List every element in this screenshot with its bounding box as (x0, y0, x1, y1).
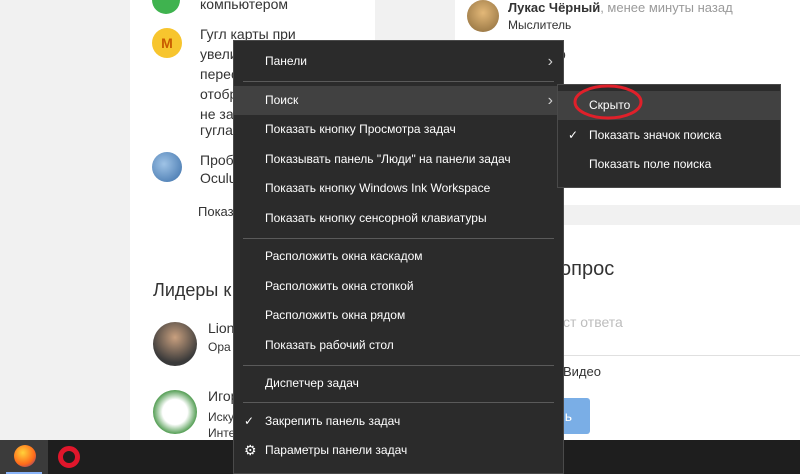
menu-item-label: Показать кнопку Просмотра задач (265, 122, 456, 136)
menu-separator (243, 402, 554, 403)
question-line-2: увели (200, 46, 238, 62)
menu-item-label: Показать кнопку Windows Ink Workspace (265, 181, 491, 195)
submenu-item-show-search-icon[interactable]: ✓ Показать значок поиска (558, 121, 780, 150)
avatar-m: M (152, 28, 182, 58)
leader-name[interactable]: Lion (208, 320, 234, 336)
leader-avatar[interactable] (153, 390, 197, 434)
leader-rank: Иску (208, 410, 235, 424)
avatar (152, 152, 182, 182)
submenu-item-label: Показать значок поиска (589, 128, 722, 142)
menu-item-search[interactable]: Поиск › (234, 86, 563, 115)
submenu-item-label: Показать поле поиска (589, 157, 712, 171)
menu-item-people[interactable]: Показывать панель "Люди" на панели задач (234, 145, 563, 174)
ask-title: опрос (560, 258, 615, 280)
item-text: компьютером (200, 0, 288, 12)
opera-icon[interactable] (58, 446, 80, 468)
menu-item-label: Диспетчер задач (265, 376, 359, 390)
highlight-circle (573, 84, 643, 120)
menu-item-touch-keyboard[interactable]: Показать кнопку сенсорной клавиатуры (234, 204, 563, 233)
menu-item-lock-taskbar[interactable]: ✓ Закрепить панель задач (234, 407, 563, 436)
chevron-right-icon: › (547, 92, 553, 109)
ask-option[interactable]: Видео (563, 364, 601, 379)
menu-item-label: Показывать панель "Люди" на панели задач (265, 152, 511, 166)
question-line-4: отобр (200, 86, 238, 102)
leader-avatar[interactable] (153, 322, 197, 366)
comment-avatar[interactable] (467, 0, 499, 32)
checkmark-icon: ✓ (244, 414, 255, 428)
menu-item-side-by-side[interactable]: Расположить окна рядом (234, 301, 563, 330)
comment-meta: Лукас Чёрный, менее минуты назад (508, 0, 733, 15)
menu-item-label: Закрепить панель задач (265, 414, 401, 428)
menu-item-show-desktop[interactable]: Показать рабочий стол (234, 331, 563, 360)
gear-icon: ⚙ (244, 442, 257, 458)
submenu-item-show-search-box[interactable]: Показать поле поиска (558, 150, 780, 179)
menu-separator (243, 81, 554, 82)
taskbar-active-app[interactable] (0, 440, 48, 474)
menu-item-label: Поиск (265, 93, 299, 107)
comment-role: Мыслитель (508, 18, 572, 32)
menu-separator (243, 365, 554, 366)
ask-placeholder[interactable]: ст ответа (563, 314, 623, 330)
menu-item-label: Расположить окна каскадом (265, 249, 423, 263)
menu-item-task-view[interactable]: Показать кнопку Просмотра задач (234, 115, 563, 144)
menu-separator (243, 238, 554, 239)
question-line-5: не за (200, 106, 234, 122)
comment-author[interactable]: Лукас Чёрный (508, 0, 600, 15)
menu-item-label: Панели (265, 54, 307, 68)
menu-item-label: Параметры панели задач (265, 443, 408, 457)
menu-item-stack[interactable]: Расположить окна стопкой (234, 272, 563, 301)
firefox-icon (14, 445, 36, 467)
chevron-right-icon: › (547, 53, 553, 70)
menu-item-label: Показать кнопку сенсорной клавиатуры (265, 211, 487, 225)
comment-time: , менее минуты назад (600, 0, 733, 15)
show-link[interactable]: Показ (198, 204, 234, 219)
leader-rank: Ора (208, 340, 231, 354)
checkmark-icon: ✓ (568, 128, 579, 142)
item-line-2: Oculu (200, 170, 237, 186)
leaders-title: Лидеры к (153, 280, 232, 300)
menu-item-label: Расположить окна стопкой (265, 279, 414, 293)
menu-item-cascade[interactable]: Расположить окна каскадом (234, 242, 563, 271)
menu-item-taskbar-settings[interactable]: ⚙ Параметры панели задач (234, 436, 563, 465)
menu-item-label: Расположить окна рядом (265, 308, 406, 322)
menu-item-label: Показать рабочий стол (265, 338, 394, 352)
taskbar-context-menu: Панели › Поиск › Показать кнопку Просмот… (233, 40, 564, 474)
question-line-6: гугла. (200, 122, 237, 138)
menu-item-task-manager[interactable]: Диспетчер задач (234, 369, 563, 398)
menu-item-panels[interactable]: Панели › (234, 47, 563, 76)
menu-item-ink-workspace[interactable]: Показать кнопку Windows Ink Workspace (234, 174, 563, 203)
